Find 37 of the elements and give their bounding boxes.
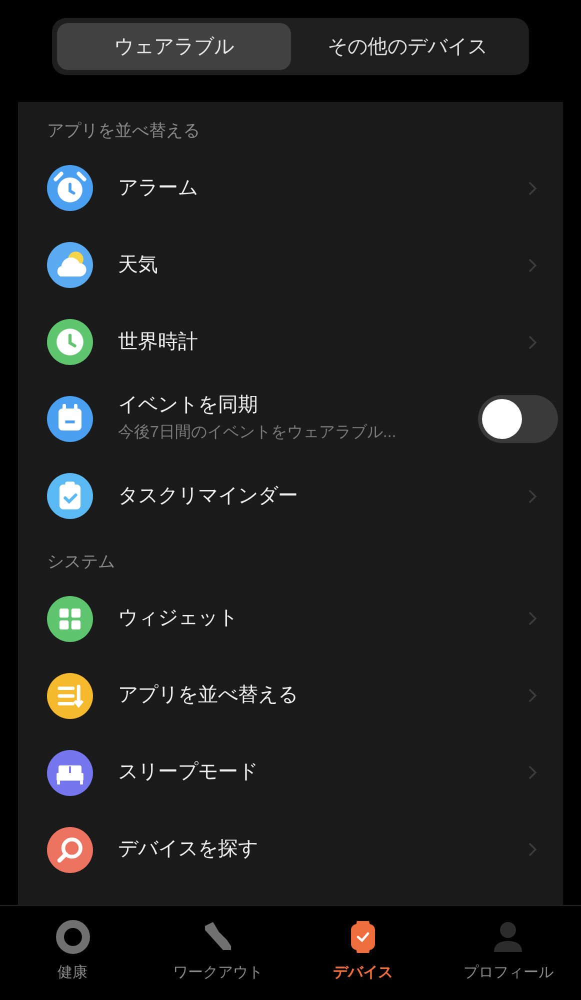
section-header: アプリを並べ替える (46, 120, 201, 142)
row-title: アラーム (118, 176, 199, 200)
ring-icon (54, 918, 92, 956)
nav-tab[interactable]: デバイス (290, 906, 436, 1000)
tab[interactable]: ウェアラブル (57, 23, 290, 70)
settings-row[interactable]: 世界時計 (18, 304, 563, 380)
chevron-right-icon (528, 180, 537, 196)
row-title: デバイスを探す (118, 837, 259, 862)
section-header: システム (46, 550, 116, 572)
chevron-right-icon (528, 842, 537, 857)
chevron-right-icon (528, 258, 537, 272)
chevron-right-icon (528, 611, 537, 626)
tab[interactable]: その他のデバイス (290, 23, 524, 70)
nav-tab[interactable]: プロフィール (436, 906, 581, 1000)
settings-row[interactable]: タスクリマインダー (18, 458, 563, 534)
row-title: イベントを同期 (118, 393, 259, 418)
toggle-switch[interactable] (478, 395, 558, 443)
settings-row[interactable]: デバイスを探す (18, 811, 563, 888)
settings-row[interactable]: アプリを並べ替える (18, 657, 563, 734)
row-title: 世界時計 (118, 330, 199, 354)
row-title: アプリを並べ替える (118, 683, 299, 708)
settings-row[interactable]: ウィジェット (18, 580, 563, 657)
row-title: ウィジェット (118, 606, 239, 631)
row-title: スリープモード (118, 760, 259, 785)
chevron-right-icon (528, 488, 537, 504)
settings-row[interactable]: スリープモード (18, 734, 563, 811)
row-title: 天気 (118, 252, 159, 278)
row-subtitle: 今後7日間のイベントをウェアラブル... (118, 422, 398, 443)
chevron-right-icon (528, 688, 537, 703)
settings-row[interactable]: イベントを同期 今後7日間のイベントをウェアラブル... (18, 380, 563, 458)
chevron-right-icon (528, 334, 537, 350)
nav-tab[interactable]: ワークアウト (145, 906, 290, 1000)
chevron-right-icon (528, 765, 537, 780)
row-title: タスクリマインダー (118, 484, 299, 508)
nav-tab[interactable]: 健康 (0, 906, 146, 1000)
settings-row[interactable]: 天気 (18, 226, 563, 304)
settings-row[interactable]: アラーム (18, 150, 563, 226)
